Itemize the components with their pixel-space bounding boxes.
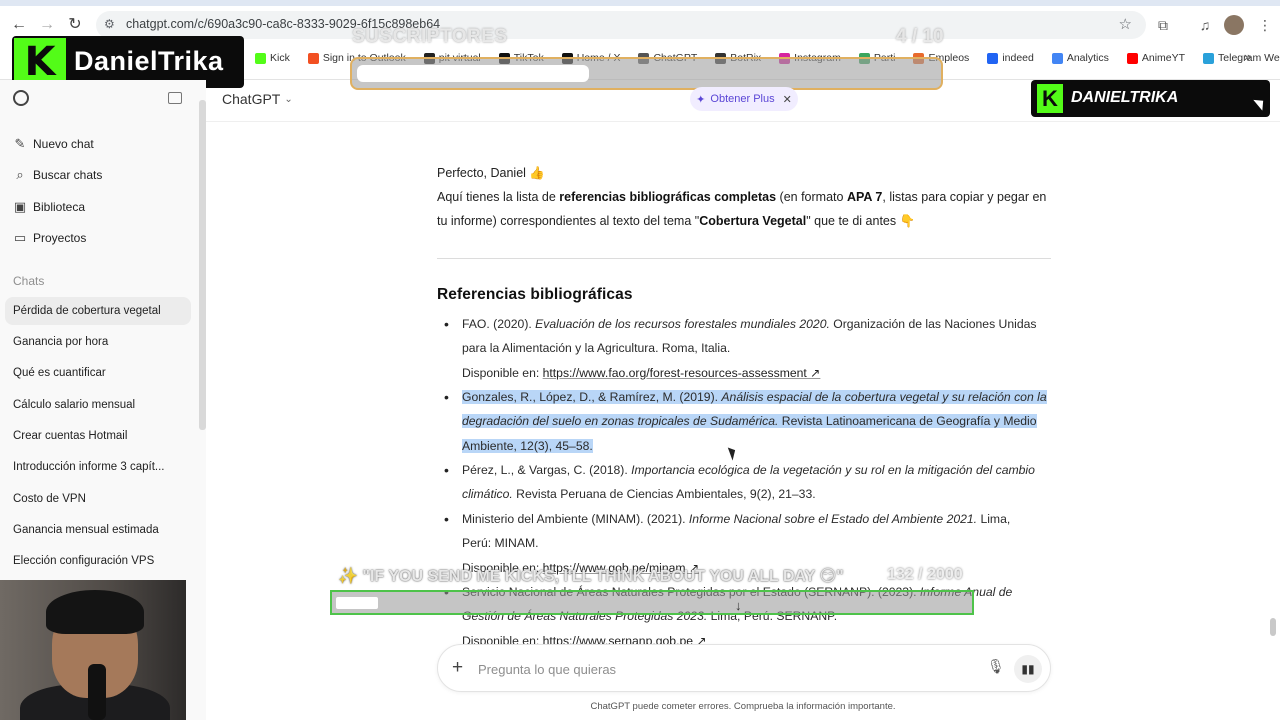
- chat-item[interactable]: Qué es cuantificar: [13, 367, 106, 379]
- webcam-feed: [0, 580, 186, 720]
- sidebar-item-label: Nuevo chat: [33, 137, 94, 151]
- chat-item[interactable]: Introducción informe 3 capít...: [13, 461, 165, 473]
- close-icon[interactable]: ✕: [783, 93, 792, 106]
- sidebar-item-projects[interactable]: ▭ Proyectos: [13, 230, 87, 246]
- bookmark-label: Kick: [270, 52, 290, 64]
- bookmark-item[interactable]: AnimeYT: [1126, 48, 1186, 68]
- composer: + 🎙 ▮▮: [437, 644, 1051, 692]
- search-icon: ⌕: [16, 167, 24, 182]
- add-attachment-icon[interactable]: +: [452, 657, 463, 679]
- streamer-badge: K DANIELTRIKA: [1031, 80, 1270, 117]
- intro-line-2: tu informe) correspondientes al texto de…: [437, 214, 916, 228]
- cursor-icon: [1253, 95, 1268, 111]
- bookmark-label: indeed: [1002, 52, 1034, 64]
- divider: [437, 258, 1051, 259]
- back-icon[interactable]: ←: [8, 14, 30, 36]
- new-chat-icon: ✎: [14, 136, 26, 151]
- reference-link[interactable]: https://www.fao.org/forest-resources-ass…: [543, 366, 821, 380]
- model-name: ChatGPT: [222, 91, 281, 107]
- webcam-person-hair: [46, 590, 144, 634]
- telegram-icon: [1203, 52, 1215, 64]
- bookmark-item[interactable]: Telegram Web: [1203, 48, 1280, 68]
- sidebar-item-new-chat[interactable]: ✎ Nuevo chat: [13, 136, 94, 152]
- kick-logo-small-icon: K: [1037, 84, 1063, 113]
- reference-item: Gonzales, R., López, D., & Ramírez, M. (…: [444, 385, 1057, 458]
- prompt-input[interactable]: [478, 658, 958, 680]
- bookmark-item[interactable]: Analytics: [1051, 48, 1109, 68]
- upgrade-plus-button[interactable]: ✦ Obtener Plus ✕: [690, 87, 798, 111]
- kick-goal-text: ✨ "IF YOU SEND ME KICKS, I'LL THINK ABOU…: [338, 568, 844, 585]
- profile-avatar[interactable]: [1224, 15, 1244, 35]
- chat-item[interactable]: Elección configuración VPS: [13, 555, 154, 567]
- upgrade-label: Obtener Plus: [710, 93, 775, 105]
- kick-goal-fill: [336, 597, 378, 609]
- streamer-name: DanielTrika: [74, 46, 224, 76]
- indeed-icon: [987, 52, 999, 64]
- microsoft-icon: [307, 52, 319, 64]
- library-icon: ▣: [13, 199, 27, 214]
- analytics-icon: [1051, 52, 1063, 64]
- chats-section-title: Chats: [13, 274, 45, 288]
- sub-goal-bar: [350, 57, 943, 90]
- sidebar-scrollbar[interactable]: [199, 100, 206, 430]
- page-scrollbar[interactable]: [1270, 618, 1276, 636]
- references-heading: Referencias bibliográficas: [437, 286, 633, 303]
- folder-icon: ▭: [13, 230, 27, 245]
- kick-goal-bar: [330, 590, 974, 615]
- streamer-name-small: DANIELTRIKA: [1071, 89, 1179, 106]
- dictation-mic-icon[interactable]: 🎙: [987, 658, 1005, 675]
- chat-item[interactable]: Pérdida de cobertura vegetal: [5, 297, 191, 325]
- sidebar-item-label: Buscar chats: [33, 168, 103, 182]
- tab-strip: [0, 0, 1280, 6]
- reload-icon[interactable]: ↻: [64, 14, 86, 36]
- sidebar-item-search[interactable]: ⌕ Buscar chats: [13, 167, 102, 183]
- disclaimer-text: ChatGPT puede cometer errores. Comprueba…: [590, 701, 896, 712]
- media-icon[interactable]: ♫: [1194, 14, 1216, 36]
- sparkle-icon: ✦: [696, 93, 706, 106]
- address-bar[interactable]: ⚙ chatgpt.com/c/690a3c90-ca8c-8333-9029-…: [96, 11, 1146, 39]
- bookmark-item[interactable]: indeed: [987, 48, 1034, 68]
- bookmark-label: Analytics: [1066, 52, 1109, 64]
- model-selector[interactable]: ChatGPT ⌄: [222, 91, 293, 107]
- sub-goal-count: 4 / 10: [896, 26, 944, 47]
- chat-item[interactable]: Cálculo salario mensual: [13, 399, 135, 411]
- reference-item: FAO. (2020). Evaluación de los recursos …: [444, 312, 1057, 385]
- sidebar-toggle-icon[interactable]: [168, 92, 182, 104]
- kick-goal-count: 132 / 2000: [887, 566, 963, 583]
- intro-line-1: Aquí tienes la lista de referencias bibl…: [437, 190, 1047, 204]
- microphone-icon: [88, 664, 106, 720]
- chat-item[interactable]: Ganancia mensual estimada: [13, 524, 159, 536]
- sub-goal-fill: [357, 65, 589, 82]
- sidebar-item-label: Proyectos: [33, 231, 87, 245]
- kick-icon: [255, 52, 266, 64]
- bookmark-star-icon[interactable]: ☆: [1119, 15, 1132, 33]
- chat-item[interactable]: Costo de VPN: [13, 493, 86, 505]
- greeting-text: Perfecto, Daniel 👍: [437, 166, 545, 180]
- sub-goal-label: SUSCRIPTORES: [352, 26, 508, 47]
- bookmark-item[interactable]: Kick: [255, 48, 290, 68]
- reference-item: Pérez, L., & Vargas, C. (2018). Importan…: [444, 458, 1057, 507]
- extensions-icon[interactable]: ⧉: [1152, 14, 1174, 36]
- voice-mode-icon[interactable]: ▮▮: [1014, 655, 1042, 683]
- chat-item[interactable]: Crear cuentas Hotmail: [13, 430, 127, 442]
- sidebar-item-library[interactable]: ▣ Biblioteca: [13, 199, 85, 215]
- more-bookmarks-icon[interactable]: »: [1244, 49, 1251, 64]
- site-info-icon[interactable]: ⚙: [104, 17, 115, 31]
- sidebar-item-label: Biblioteca: [33, 200, 86, 214]
- openai-logo-icon[interactable]: [13, 90, 29, 106]
- kick-logo-icon: K: [14, 38, 66, 86]
- youtube-icon: [1126, 52, 1138, 64]
- bookmark-label: AnimeYT: [1141, 52, 1186, 64]
- scroll-down-icon[interactable]: ↓: [735, 598, 742, 613]
- chat-item[interactable]: Ganancia por hora: [13, 336, 108, 348]
- menu-icon[interactable]: ⋮: [1254, 14, 1276, 36]
- header-divider: [206, 121, 1280, 122]
- forward-icon[interactable]: →: [36, 14, 58, 36]
- chevron-down-icon: ⌄: [284, 93, 293, 105]
